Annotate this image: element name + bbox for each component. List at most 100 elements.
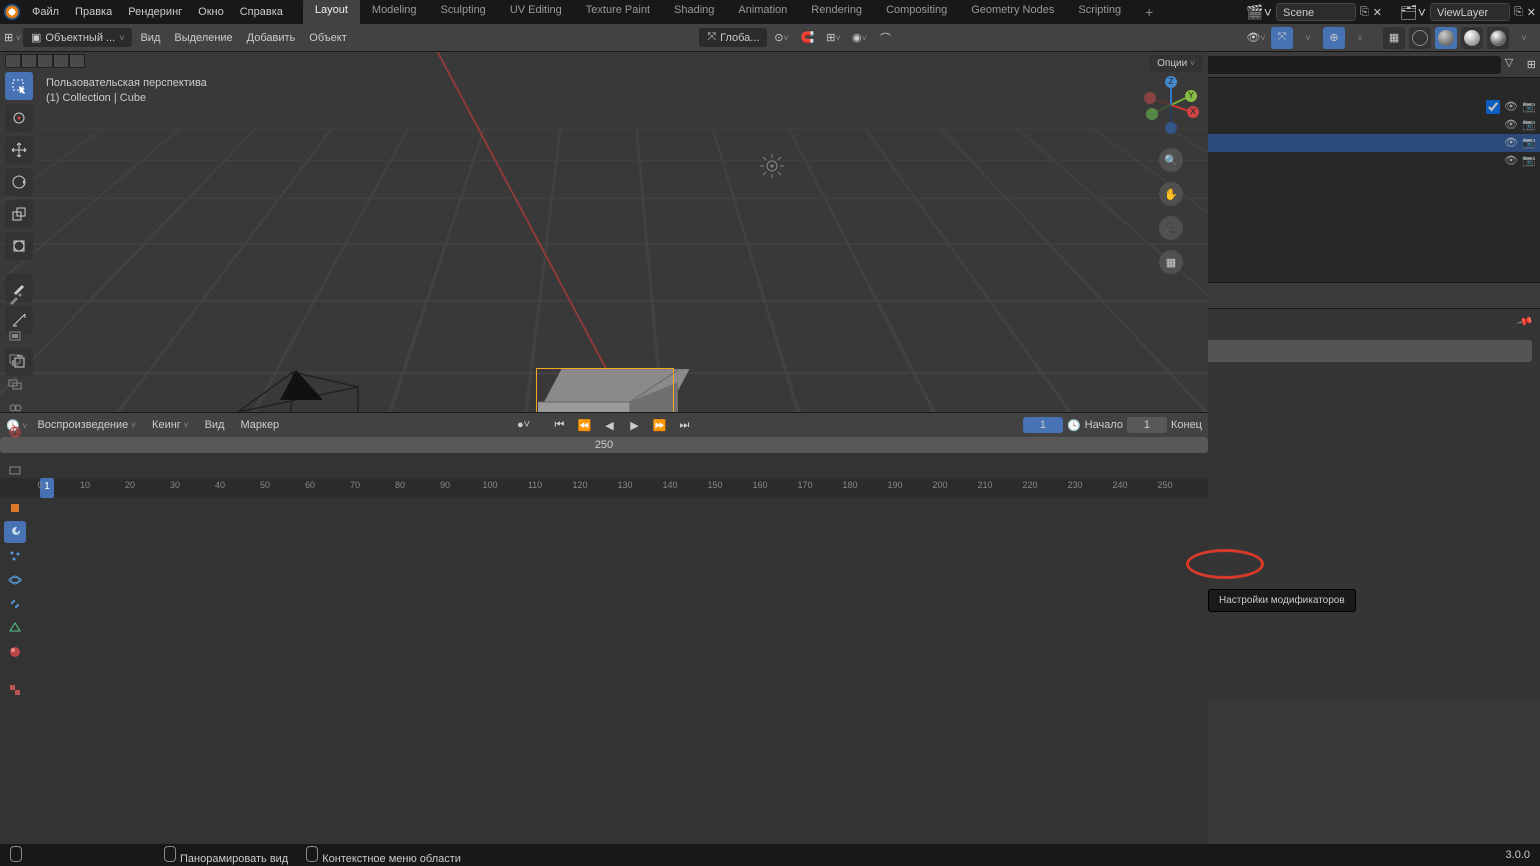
tab-animation[interactable]: Animation xyxy=(726,0,799,25)
tab-layout[interactable]: Layout xyxy=(303,0,360,25)
menu-file[interactable]: Файл xyxy=(24,2,67,22)
prop-tab-constraints[interactable] xyxy=(4,593,26,615)
visibility-icon[interactable]: 👁 xyxy=(1504,118,1518,132)
perspective-toggle-icon[interactable]: ▦ xyxy=(1159,250,1183,274)
proportional-icon[interactable]: ◉ xyxy=(848,27,870,49)
viewlayer-name-field[interactable]: ViewLayer xyxy=(1430,3,1510,21)
current-frame-field[interactable]: 1 xyxy=(1023,417,1063,433)
mode-selector[interactable]: ▣ Объектный ... ˅ xyxy=(23,28,132,47)
jump-start-icon[interactable]: ⏮ xyxy=(549,414,571,436)
shading-rendered-icon[interactable] xyxy=(1487,27,1509,49)
prop-tab-collection[interactable] xyxy=(4,459,26,481)
object-visibility-icon[interactable]: 👁 xyxy=(1245,27,1267,49)
tl-menu-marker[interactable]: Маркер xyxy=(234,416,285,434)
play-reverse-icon[interactable]: ◀ xyxy=(599,414,621,436)
gizmo-y[interactable]: Y xyxy=(1185,90,1197,102)
viewlayer-browse-icon[interactable]: 🗂˅ xyxy=(1400,4,1426,21)
gizmo-toggle-icon[interactable]: ⤧ xyxy=(1271,27,1293,49)
jump-next-key-icon[interactable]: ⏩ xyxy=(649,414,671,436)
prop-tab-world[interactable] xyxy=(4,421,26,443)
xray-toggle-icon[interactable]: ▦ xyxy=(1383,27,1405,49)
tool-scale[interactable] xyxy=(5,200,33,228)
visibility-icon[interactable]: 👁 xyxy=(1504,100,1518,114)
gizmo-menu-icon[interactable] xyxy=(1297,27,1319,49)
remove-viewlayer-icon[interactable]: ✕ xyxy=(1527,6,1536,19)
prop-tab-texture[interactable] xyxy=(4,679,26,701)
cube-object[interactable] xyxy=(538,370,672,412)
overlay-menu-icon[interactable] xyxy=(1349,27,1371,49)
prop-tab-modifiers[interactable] xyxy=(4,521,26,543)
tool-select-box[interactable] xyxy=(5,72,33,100)
gizmo-neg-x[interactable] xyxy=(1144,92,1156,104)
tab-add[interactable]: + xyxy=(1133,0,1165,25)
prop-tab-viewlayer[interactable] xyxy=(4,373,26,395)
tool-cursor[interactable] xyxy=(5,104,33,132)
pan-hand-icon[interactable]: ✋ xyxy=(1159,182,1183,206)
shading-menu-icon[interactable] xyxy=(1513,27,1535,49)
gizmo-neg-z[interactable] xyxy=(1165,122,1177,134)
viewport-3d[interactable]: Опции Пользовательская перспектива (1) C… xyxy=(0,52,1208,412)
frame-range-lock-icon[interactable]: 🕓 xyxy=(1067,419,1081,432)
zoom-icon[interactable]: 🔍 xyxy=(1159,148,1183,172)
render-vis-icon[interactable]: 📷 xyxy=(1522,118,1536,132)
new-scene-icon[interactable]: ⎘ xyxy=(1360,6,1369,19)
camera-view-icon[interactable]: 🎥 xyxy=(1159,216,1183,240)
tool-move[interactable] xyxy=(5,136,33,164)
prop-tab-data[interactable] xyxy=(4,617,26,639)
play-icon[interactable]: ▶ xyxy=(624,414,646,436)
render-vis-icon[interactable]: 📷 xyxy=(1522,154,1536,168)
tab-texture-paint[interactable]: Texture Paint xyxy=(574,0,662,25)
hdr-menu-view[interactable]: Вид xyxy=(134,29,166,47)
prop-tab-tool[interactable] xyxy=(4,287,26,309)
end-frame-field[interactable]: 250 xyxy=(0,437,1208,453)
gizmo-z[interactable]: Z xyxy=(1165,76,1177,88)
light-object[interactable] xyxy=(760,154,784,178)
jump-prev-key-icon[interactable]: ⏪ xyxy=(574,414,596,436)
tab-geometry-nodes[interactable]: Geometry Nodes xyxy=(959,0,1066,25)
start-frame-field[interactable]: 1 xyxy=(1127,417,1167,433)
options-button[interactable]: Опции xyxy=(1149,55,1203,72)
prop-tab-render[interactable] xyxy=(4,325,26,347)
navigation-gizmo[interactable]: X Y Z xyxy=(1142,76,1200,134)
exclude-checkbox[interactable] xyxy=(1486,100,1500,114)
prop-tab-scene[interactable] xyxy=(4,397,26,419)
gizmo-x[interactable]: X xyxy=(1187,106,1199,118)
hdr-menu-add[interactable]: Добавить xyxy=(241,29,302,47)
snap-type-icon[interactable]: ⊞ xyxy=(822,27,844,49)
tool-rotate[interactable] xyxy=(5,168,33,196)
tab-scripting[interactable]: Scripting xyxy=(1066,0,1133,25)
menu-window[interactable]: Окно xyxy=(190,2,232,22)
orientation-selector[interactable]: ⤧ Глоба... xyxy=(699,28,767,47)
menu-help[interactable]: Справка xyxy=(232,2,291,22)
tab-modeling[interactable]: Modeling xyxy=(360,0,429,25)
hdr-menu-select[interactable]: Выделение xyxy=(168,29,238,47)
proportional-curve-icon[interactable]: ⌒ xyxy=(874,27,896,49)
prop-tab-particles[interactable] xyxy=(4,545,26,567)
shading-wireframe-icon[interactable] xyxy=(1409,27,1431,49)
scene-name-field[interactable]: Scene xyxy=(1276,3,1356,21)
visibility-icon[interactable]: 👁 xyxy=(1504,154,1518,168)
prop-tab-output[interactable] xyxy=(4,349,26,371)
autokey-icon[interactable]: ●˅ xyxy=(513,414,535,436)
tl-menu-playback[interactable]: Воспроизведение xyxy=(31,416,142,434)
tab-rendering[interactable]: Rendering xyxy=(799,0,874,25)
tab-shading[interactable]: Shading xyxy=(662,0,726,25)
prop-tab-physics[interactable] xyxy=(4,569,26,591)
overlay-toggle-icon[interactable]: ⊕ xyxy=(1323,27,1345,49)
tab-compositing[interactable]: Compositing xyxy=(874,0,959,25)
remove-scene-icon[interactable]: ✕ xyxy=(1373,6,1382,19)
tab-uv-editing[interactable]: UV Editing xyxy=(498,0,574,25)
jump-end-icon[interactable]: ⏭ xyxy=(674,414,696,436)
render-vis-icon[interactable]: 📷 xyxy=(1522,100,1536,114)
prop-tab-object[interactable] xyxy=(4,497,26,519)
gizmo-neg-y[interactable] xyxy=(1146,108,1158,120)
tl-menu-view[interactable]: Вид xyxy=(199,416,231,434)
shading-material-icon[interactable] xyxy=(1461,27,1483,49)
visibility-icon[interactable]: 👁 xyxy=(1504,136,1518,150)
tab-sculpting[interactable]: Sculpting xyxy=(429,0,498,25)
tool-transform[interactable] xyxy=(5,232,33,260)
render-vis-icon[interactable]: 📷 xyxy=(1522,136,1536,150)
pivot-icon[interactable]: ⊙ xyxy=(770,27,792,49)
timeline-ruler[interactable]: 1 01020304050607080901001101201301401501… xyxy=(0,478,1208,498)
select-mode-toggles[interactable] xyxy=(5,54,85,68)
